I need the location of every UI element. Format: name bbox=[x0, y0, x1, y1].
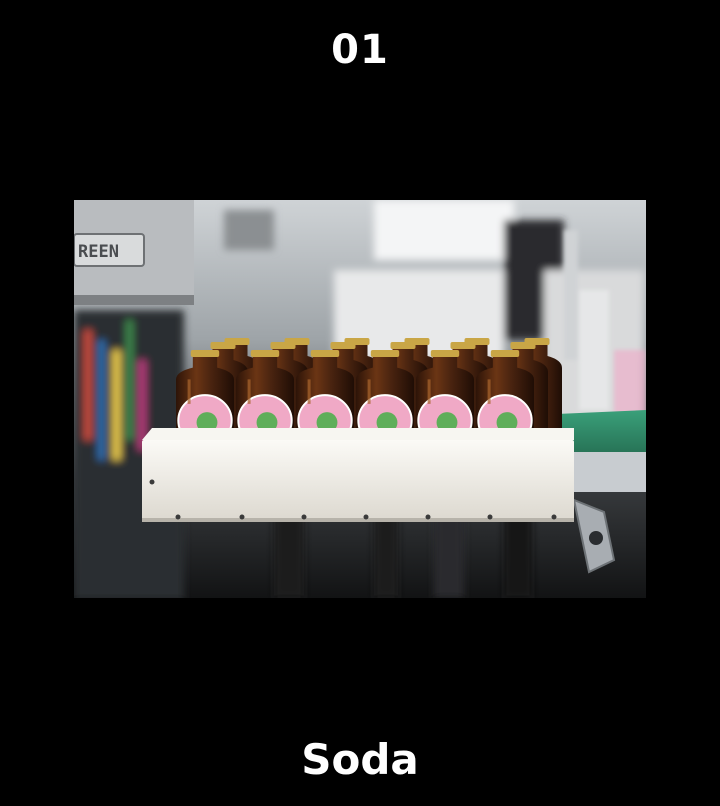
item-number: 01 bbox=[331, 27, 389, 73]
sign-text: REEN bbox=[78, 242, 119, 262]
bottle-tray bbox=[142, 428, 574, 522]
product-title: Soda bbox=[301, 735, 419, 784]
product-photo: REEN bbox=[74, 200, 646, 598]
